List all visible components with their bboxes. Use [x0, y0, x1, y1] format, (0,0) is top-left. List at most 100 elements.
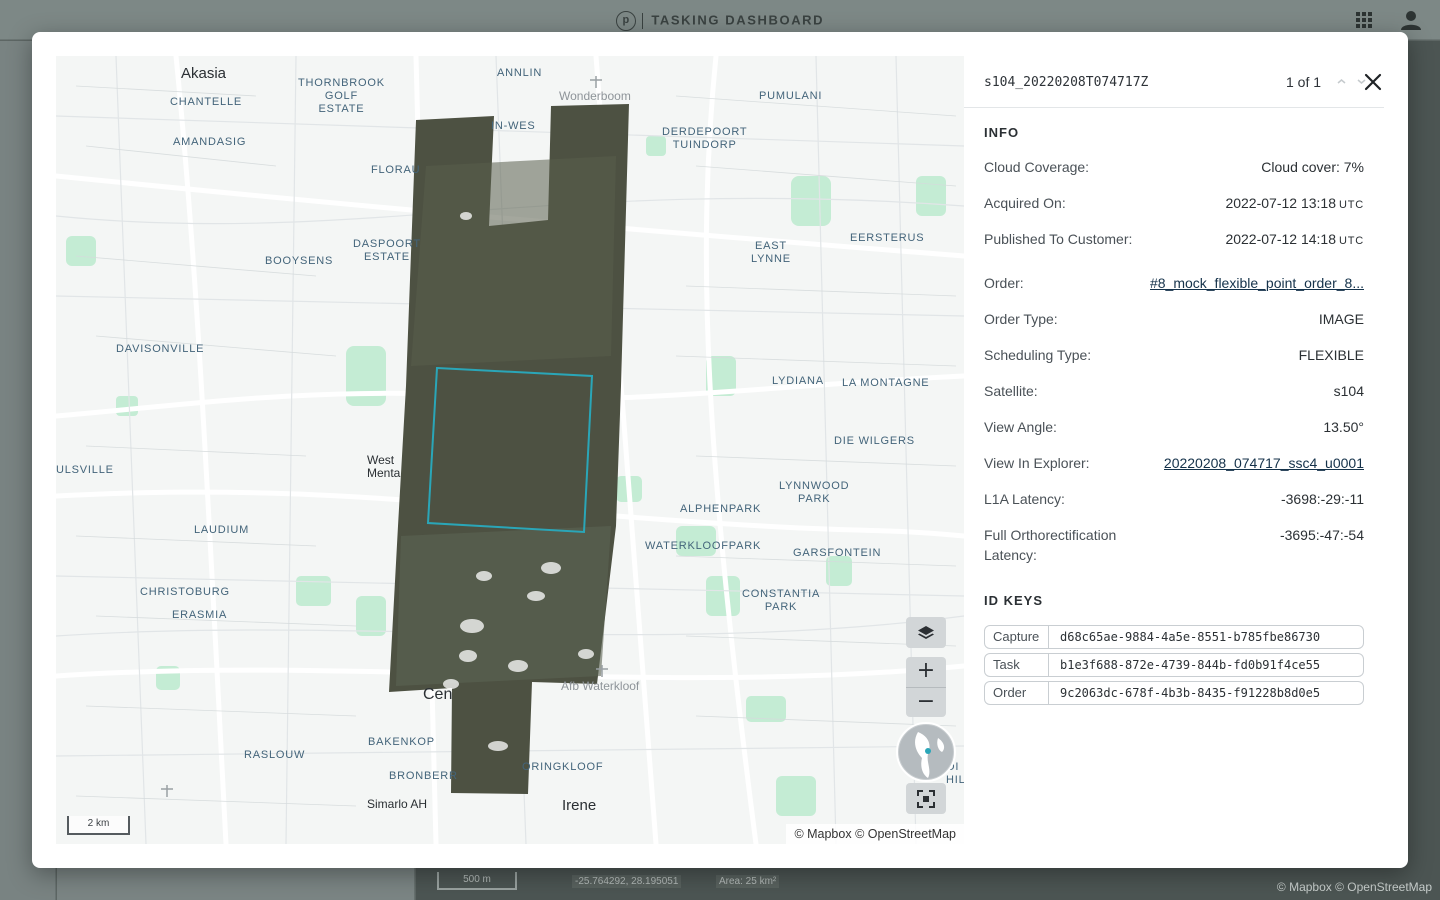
- map-label-eersterus: EERSTERUS: [850, 232, 925, 244]
- order-type-value: IMAGE: [1318, 311, 1364, 327]
- published-label: Published To Customer:: [984, 231, 1133, 247]
- view-angle-value: 13.50°: [1323, 419, 1364, 435]
- row-ortho-latency: Full Orthorectification Latency: -3695:-…: [984, 525, 1364, 565]
- id-key-capture[interactable]: Capture d68c65ae-9884-4a5e-8551-b785fbe8…: [984, 625, 1364, 649]
- view-in-explorer-label: View In Explorer:: [984, 455, 1090, 471]
- cloud-coverage-label: Cloud Coverage:: [984, 159, 1090, 175]
- id-key-label: Task: [985, 654, 1049, 676]
- background-scale-bar: 500 m: [437, 872, 517, 890]
- id-key-value[interactable]: b1e3f688-872e-4739-844b-fd0b91f4ce55: [1049, 658, 1363, 672]
- id-key-label: Order: [985, 682, 1049, 704]
- fit-bounds-button[interactable]: [906, 783, 946, 814]
- map-label-erasmia: ERASMIA: [172, 609, 228, 621]
- published-value: 2022-07-12 14:18 UTC: [1225, 231, 1364, 247]
- map-label-la-montagne: LA MONTAGNE: [842, 377, 930, 389]
- id-key-order[interactable]: Order 9c2063dc-678f-4b3b-8435-f91228b8d0…: [984, 681, 1364, 705]
- map-label-florauna: FLORAU: [371, 164, 421, 176]
- map-label-montana: IN-WES: [491, 120, 536, 132]
- cloud-coverage-value: Cloud cover: 7%: [1261, 159, 1364, 175]
- map-label-west-mentagne: West Menta: [367, 453, 401, 480]
- background-area: Area: 25 km²: [716, 875, 780, 888]
- panel-header: s104_20220208T074717Z 1 of 1: [964, 56, 1384, 108]
- zoom-controls: + −: [906, 657, 946, 717]
- map-label-thornbrook: THORNBROOK GOLF ESTATE: [298, 77, 385, 115]
- ortho-latency-value: -3695:-47:-54: [1279, 527, 1364, 543]
- ortho-latency-label: Full Orthorectification Latency:: [984, 527, 1117, 563]
- l1a-latency-value: -3698:-29:-11: [1280, 491, 1364, 507]
- map-label-annlin: ANNLIN: [497, 67, 543, 79]
- id-key-label: Capture: [985, 626, 1049, 648]
- map-label-booysens: BOOYSENS: [265, 255, 334, 267]
- map-label-derdepoort: DERDEPOORT TUINDORP: [662, 126, 748, 151]
- map-label-doringkloof: ORINGKLOOF: [522, 761, 604, 773]
- map-label-constantia-park: CONSTANTIA PARK: [742, 588, 821, 613]
- map-label-garsfontein: GARSFONTEIN: [793, 547, 882, 559]
- layers-button[interactable]: [906, 617, 946, 648]
- capture-info-panel: s104_20220208T074717Z 1 of 1 INFO Cloud …: [964, 56, 1384, 844]
- capture-map[interactable]: Akasia CHANTELLE THORNBROOK GOLF ESTATE AN…: [56, 56, 964, 844]
- map-label-irene: Irene: [562, 797, 597, 814]
- map-label-alphenpark: ALPHENPARK: [680, 503, 762, 515]
- satellite-label: Satellite:: [984, 383, 1038, 399]
- id-key-value[interactable]: 9c2063dc-678f-4b3b-8435-f91228b8d0e5: [1049, 686, 1363, 700]
- row-published: Published To Customer: 2022-07-12 14:18 U…: [984, 229, 1364, 269]
- map-label-lydiana: LYDIANA: [772, 375, 824, 387]
- map-label-bronberrik: BRONBERR: [389, 770, 458, 782]
- zoom-in-button[interactable]: +: [906, 657, 946, 687]
- map-label-akasia: Akasia: [181, 65, 227, 82]
- map-label-laudium: LAUDIUM: [194, 524, 250, 536]
- background-coordinates: -25.764292, 28.195051: [572, 875, 682, 888]
- app-logo-icon: p: [615, 11, 636, 31]
- map-label-raslouw: RASLOUW: [244, 749, 306, 761]
- chevron-up-icon[interactable]: [1337, 77, 1346, 86]
- map-label-ulsville: ULSVILLE: [56, 464, 114, 476]
- map-label-die-wilgers: DIE WILGERS: [834, 435, 915, 447]
- map-label-davisonville: DAVISONVILLE: [116, 343, 205, 355]
- app-title-text: TASKING DASHBOARD: [651, 12, 825, 28]
- map-label-lynnwood-park: LYNNWOOD PARK: [779, 480, 850, 505]
- order-type-label: Order Type:: [984, 311, 1058, 327]
- capture-detail-modal: Akasia CHANTELLE THORNBROOK GOLF ESTATE AN…: [32, 32, 1408, 868]
- close-icon[interactable]: [1363, 72, 1383, 92]
- map-label-bakenkop: BAKENKOP: [368, 736, 435, 748]
- l1a-latency-label: L1A Latency:: [984, 491, 1065, 507]
- app-title: p TASKING DASHBOARD: [0, 11, 1440, 31]
- id-keys-section-title: ID KEYS: [984, 593, 1044, 608]
- map-label-daspoort: DASPOORT ESTATE: [353, 238, 421, 263]
- id-key-value[interactable]: d68c65ae-9884-4a5e-8551-b785fbe86730: [1049, 630, 1363, 644]
- map-label-christoburg: CHRISTOBURG: [140, 586, 230, 598]
- map-label-east-lynne: EAST LYNNE: [751, 240, 791, 265]
- background-attribution: © Mapbox © OpenStreetMap: [1276, 880, 1432, 894]
- map-basemap: [56, 56, 964, 844]
- logo-separator: [641, 13, 644, 29]
- order-link[interactable]: #8_mock_flexible_point_order_8...: [1150, 273, 1364, 293]
- acquired-on-label: Acquired On:: [984, 195, 1066, 211]
- capture-id: s104_20220208T074717Z: [984, 75, 1149, 90]
- map-label-wonderboom: Wonderboom: [559, 89, 631, 103]
- map-attribution[interactable]: © Mapbox © OpenStreetMap: [786, 824, 964, 844]
- satellite-value: s104: [1333, 383, 1364, 399]
- explorer-link[interactable]: 20220208_074717_ssc4_u0001: [1164, 453, 1364, 473]
- apps-grid-icon[interactable]: [1356, 12, 1372, 28]
- view-angle-label: View Angle:: [984, 419, 1057, 435]
- map-label-simarlo: Simarlo AH: [367, 797, 428, 811]
- order-label: Order:: [984, 275, 1024, 291]
- map-scale-bar: 2 km: [67, 816, 130, 835]
- globe-minimap[interactable]: [896, 722, 956, 782]
- acquired-on-value: 2022-07-12 13:18 UTC: [1225, 195, 1364, 211]
- focus-frame-icon: [917, 789, 935, 808]
- scheduling-type-label: Scheduling Type:: [984, 347, 1092, 363]
- info-section-title: INFO: [984, 125, 1020, 140]
- map-label-afb-waterkloof: Afb Waterkloof: [561, 679, 640, 693]
- pager-count: 1 of 1: [1286, 74, 1322, 90]
- user-icon[interactable]: [1400, 10, 1422, 30]
- scheduling-type-value: FLEXIBLE: [1298, 347, 1364, 363]
- map-label-pumulani: PUMULANI: [759, 90, 823, 102]
- map-label-waterkloofpark: WATERKLOOFPARK: [645, 540, 762, 552]
- id-key-task[interactable]: Task b1e3f688-872e-4739-844b-fd0b91f4ce5…: [984, 653, 1364, 677]
- map-label-centurion: Cen: [423, 686, 453, 703]
- layers-icon: [918, 625, 934, 639]
- map-label-amandasig: AMANDASIG: [173, 136, 247, 148]
- globe-icon: [899, 725, 953, 779]
- zoom-out-button[interactable]: −: [906, 688, 946, 718]
